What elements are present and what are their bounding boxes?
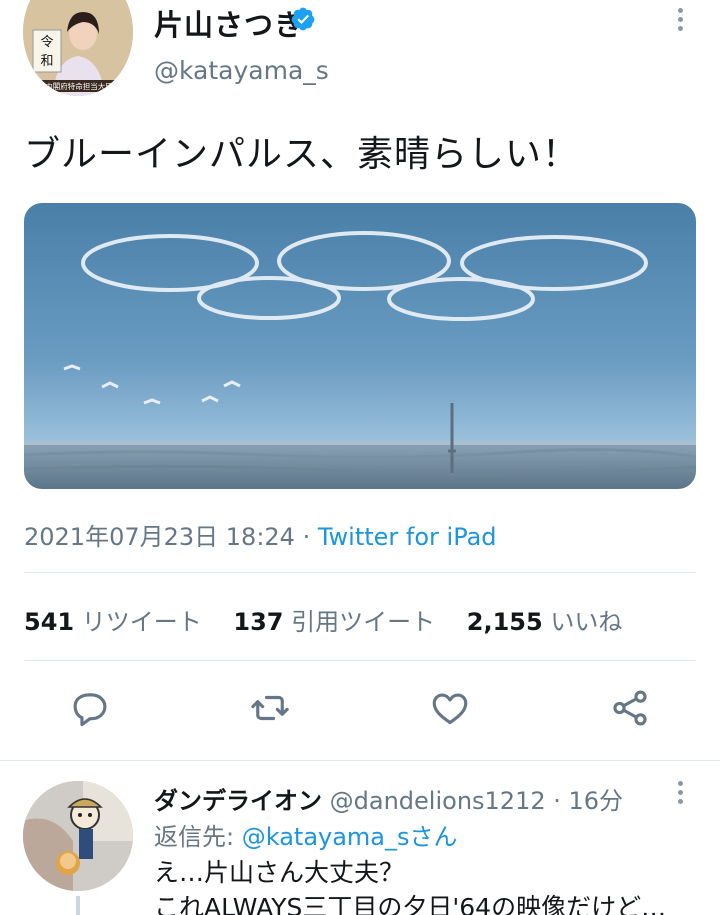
retweets-label: リツイート bbox=[81, 608, 202, 636]
reply-tweet[interactable]: ダンデライオン @dandelions1212 · 16分 返信先: @kata… bbox=[0, 761, 720, 915]
reply-icon bbox=[73, 693, 107, 727]
reply-author-avatar[interactable] bbox=[23, 781, 133, 891]
quotes-stat[interactable]: 137 引用ツイート bbox=[233, 608, 435, 636]
olympic-rings-sky-photo bbox=[24, 203, 696, 489]
likes-label: いいね bbox=[550, 608, 623, 636]
avatar-caption: 内閣府特命担当大臣 bbox=[45, 81, 113, 91]
reply-more-options-icon[interactable] bbox=[668, 777, 692, 811]
tweet-text: ブルーインパルス、素晴らしい！ bbox=[24, 134, 580, 175]
avatar-text-1: 令 bbox=[40, 35, 53, 50]
author-name[interactable]: 片山さつき bbox=[154, 2, 304, 44]
like-icon bbox=[432, 693, 468, 725]
replying-mention[interactable]: @katayama_sさん bbox=[242, 823, 458, 851]
reply-time[interactable]: 16分 bbox=[569, 787, 624, 815]
quotes-count: 137 bbox=[233, 608, 284, 636]
like-button[interactable] bbox=[429, 687, 471, 729]
likes-stat[interactable]: 2,155 いいね bbox=[467, 608, 623, 636]
author-avatar-image: 令 和 内閣府特命担当大臣 bbox=[23, 0, 133, 96]
tweet-timestamp[interactable]: 2021年07月23日 18:24 bbox=[24, 523, 295, 551]
replying-to: 返信先: @katayama_sさん bbox=[154, 817, 458, 852]
reply-text-line-1: え…片山さん大丈夫？ bbox=[154, 858, 405, 887]
tweet-media-image[interactable] bbox=[24, 203, 696, 489]
tweet-meta: 2021年07月23日 18:24 · Twitter for iPad bbox=[24, 517, 497, 552]
reply-button[interactable] bbox=[69, 687, 111, 729]
share-button[interactable] bbox=[609, 687, 651, 729]
retweets-count: 541 bbox=[24, 608, 75, 636]
tweet-stats: 541 リツイート 137 引用ツイート 2,155 いいね bbox=[24, 602, 646, 637]
more-options-icon[interactable] bbox=[668, 4, 692, 38]
reply-author-name[interactable]: ダンデライオン bbox=[154, 787, 322, 815]
retweet-icon bbox=[251, 695, 289, 721]
meta-separator: · bbox=[294, 523, 318, 551]
author-avatar[interactable]: 令 和 内閣府特命担当大臣 bbox=[23, 0, 133, 96]
thread-line bbox=[76, 896, 80, 915]
reply-header: ダンデライオン @dandelions1212 · 16分 bbox=[154, 781, 623, 816]
reply-separator: · bbox=[545, 787, 569, 815]
avatar-text-2: 和 bbox=[40, 54, 53, 69]
retweet-button[interactable] bbox=[249, 687, 291, 729]
replying-label: 返信先: bbox=[154, 823, 242, 851]
divider bbox=[24, 572, 696, 573]
retweets-stat[interactable]: 541 リツイート bbox=[24, 608, 202, 636]
tweet-source[interactable]: Twitter for iPad bbox=[318, 523, 497, 551]
main-tweet: 令 和 内閣府特命担当大臣 片山さつき @katayama_s ブルーインパルス… bbox=[0, 0, 720, 760]
verified-badge-icon bbox=[291, 7, 315, 31]
reply-text-line-2: これALWAYS三丁目の夕日'64の映像だけど… bbox=[154, 893, 667, 915]
quotes-label: 引用ツイート bbox=[291, 608, 436, 636]
share-icon bbox=[613, 690, 647, 726]
likes-count: 2,155 bbox=[466, 608, 543, 636]
reply-avatar-image bbox=[23, 781, 133, 891]
author-handle[interactable]: @katayama_s bbox=[154, 56, 329, 85]
reply-author-handle[interactable]: @dandelions1212 bbox=[330, 787, 546, 815]
divider bbox=[24, 660, 696, 661]
